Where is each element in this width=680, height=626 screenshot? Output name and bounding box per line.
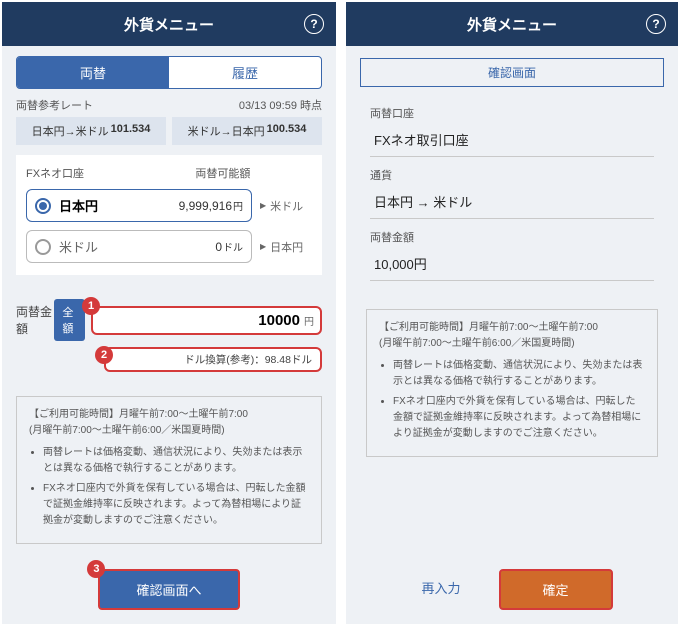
account-card: FXネオ口座 両替可能額 日本円 9,999,916円 米ドル 米ドル 0ドル … xyxy=(16,155,322,275)
exchange-input-screen: 外貨メニュー ? 両替 履歴 両替参考レート 03/13 09:59 時点 日本… xyxy=(2,2,336,624)
confirm-header: 確認画面 xyxy=(360,58,664,87)
rate-jpy-usd: 日本円→米ドル 101.534 xyxy=(16,117,166,145)
submit-button[interactable]: 確定 xyxy=(499,569,613,610)
available-label: 両替可能額 xyxy=(189,165,312,181)
footer: 再入力 確定 xyxy=(346,559,678,624)
field-currency: 通貨 日本円 → 米ドル xyxy=(346,161,678,223)
exchange-confirm-screen: 外貨メニュー ? 確認画面 両替口座 FXネオ取引口座 通貨 日本円 → 米ドル… xyxy=(346,2,678,624)
help-icon[interactable]: ? xyxy=(304,14,324,34)
page-title: 外貨メニュー xyxy=(467,14,557,35)
marker-1: 1 xyxy=(82,297,100,315)
hours-notes: 【ご利用可能時間】月曜午前7:00～土曜午前7:00 (月曜午前7:00～土曜午… xyxy=(16,396,322,544)
conversion-ref: 2 ドル換算(参考)：98.48ドル xyxy=(104,347,322,372)
radio-icon xyxy=(35,198,51,214)
field-account: 両替口座 FXネオ取引口座 xyxy=(346,99,678,161)
amount-input-wrap[interactable]: 1 円 xyxy=(91,306,322,335)
page-title: 外貨メニュー xyxy=(124,14,214,35)
header: 外貨メニュー ? xyxy=(2,2,336,46)
to-currency: 米ドル xyxy=(252,198,312,214)
marker-2: 2 xyxy=(95,346,113,364)
radio-icon xyxy=(35,239,51,255)
rate-label: 両替参考レート xyxy=(16,97,93,113)
header: 外貨メニュー ? xyxy=(346,2,678,46)
rate-time: 03/13 09:59 時点 xyxy=(239,97,322,113)
help-icon[interactable]: ? xyxy=(646,14,666,34)
amount-row: 両替金額 全額 1 円 xyxy=(2,275,336,343)
full-amount-button[interactable]: 全額 xyxy=(54,299,85,341)
currency-jpy-option[interactable]: 日本円 9,999,916円 xyxy=(26,189,252,222)
footer: 3 確認画面へ xyxy=(2,559,336,624)
confirm-button[interactable]: 確認画面へ xyxy=(98,569,239,610)
currency-usd-option[interactable]: 米ドル 0ドル xyxy=(26,230,252,263)
rate-block: 両替参考レート 03/13 09:59 時点 日本円→米ドル 101.534 米… xyxy=(2,95,336,155)
tab-exchange[interactable]: 両替 xyxy=(17,57,169,88)
to-currency: 日本円 xyxy=(252,239,312,255)
tab-history[interactable]: 履歴 xyxy=(169,57,321,88)
tab-bar: 両替 履歴 xyxy=(2,46,336,95)
account-label: FXネオ口座 xyxy=(26,165,189,181)
amount-label: 両替金額 xyxy=(16,303,54,337)
rate-usd-jpy: 米ドル→日本円 100.534 xyxy=(172,117,322,145)
field-amount: 両替金額 10,000円 xyxy=(346,223,678,285)
reenter-button[interactable]: 再入力 xyxy=(411,569,470,610)
hours-notes: 【ご利用可能時間】月曜午前7:00～土曜午前7:00 (月曜午前7:00～土曜午… xyxy=(366,309,658,457)
amount-input[interactable] xyxy=(99,312,304,329)
